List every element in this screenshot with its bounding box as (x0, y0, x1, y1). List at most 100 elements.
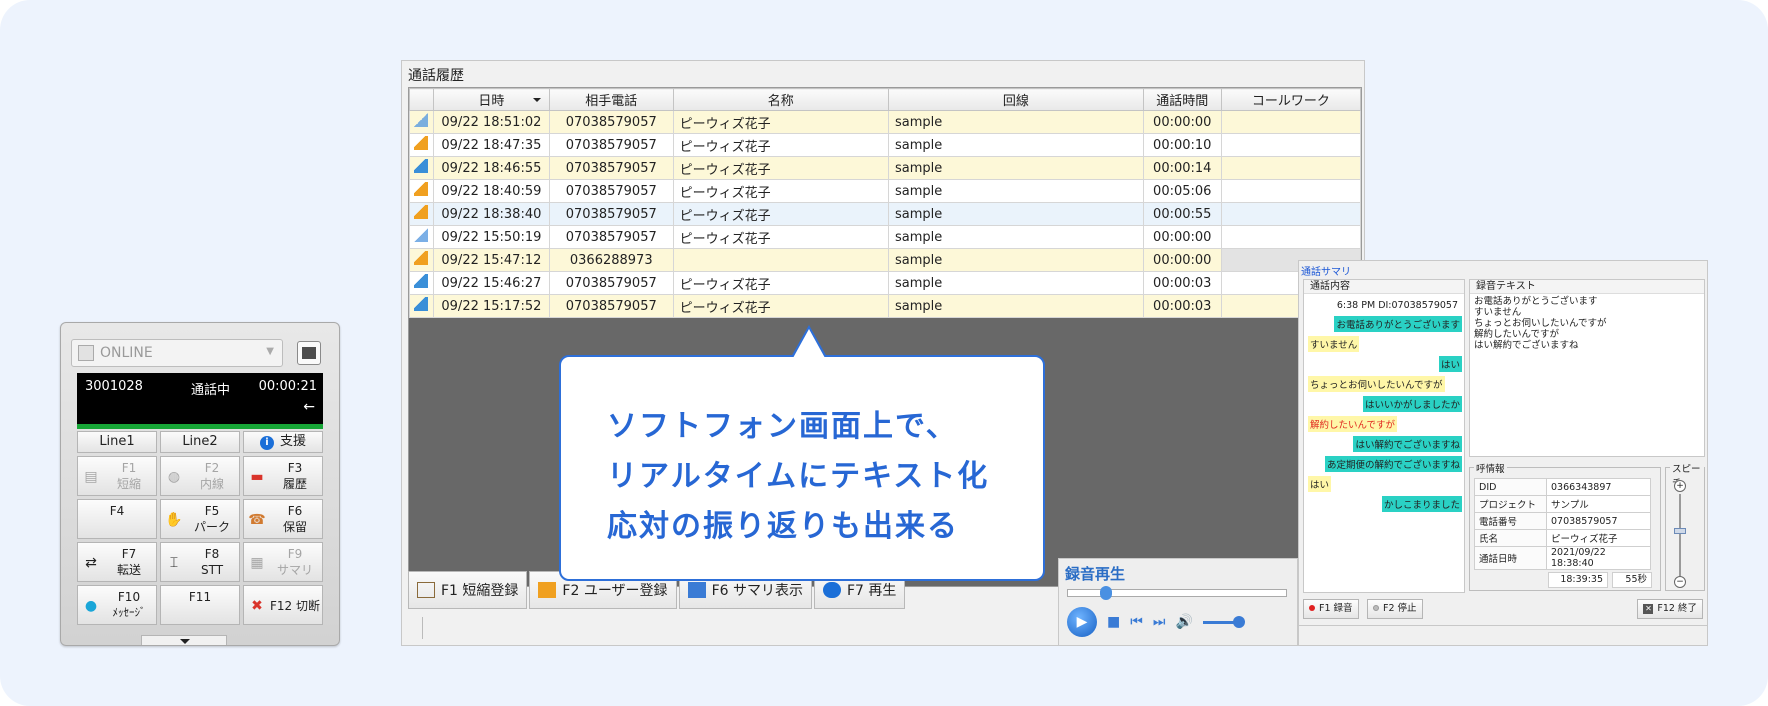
line2-button[interactable]: Line2 (160, 431, 240, 453)
cell-phone: 07038579057 (548, 110, 674, 134)
key-label: ﾒｯｾｰｼﾞ (112, 606, 146, 619)
column-header[interactable]: 名称 (672, 88, 889, 111)
close-label: F12 終了 (1657, 603, 1697, 614)
next-icon[interactable]: ⏭ (1153, 614, 1166, 630)
cell-duration: 00:00:10 (1142, 133, 1222, 157)
missed-call-icon (414, 228, 429, 242)
column-header[interactable]: 日時 (432, 88, 550, 111)
call-info-legend: 呼情報 (1474, 461, 1507, 475)
record-button[interactable]: F1 録音 (1303, 599, 1359, 619)
minimize-button[interactable] (297, 341, 321, 365)
stop-button[interactable]: F2 停止 (1367, 599, 1423, 619)
feature-callout: ソフトフォン画面上で、 リアルタイムにテキスト化 応対の振り返りも出来る (559, 325, 1045, 581)
previous-icon[interactable]: ⏮ (1130, 614, 1143, 630)
line1-button[interactable]: Line1 (77, 431, 157, 453)
column-header-label: 通話時間 (1156, 94, 1209, 109)
key-f1[interactable]: ▤ F1 短縮 (77, 456, 157, 496)
key-f6[interactable]: ☎ F6 保留 (243, 499, 323, 539)
info-icon: i (259, 436, 274, 450)
cell-line: sample (887, 179, 1144, 203)
direction-cell (409, 133, 434, 157)
direction-cell (409, 202, 434, 226)
stop-icon[interactable]: ■ (1107, 614, 1120, 630)
extension-number: 3001028 (85, 379, 143, 394)
support-label: 支援 (279, 434, 306, 449)
call-duration: 00:00:21 (258, 379, 317, 394)
history-fkey-label: F7 再生 (846, 583, 897, 599)
key-f7[interactable]: ⇄ F7 転送 (77, 542, 157, 582)
missed-call-icon (414, 113, 429, 127)
cell-datetime: 09/22 18:38:40 (432, 202, 550, 226)
table-row[interactable]: 09/22 15:50:19 07038579057 ピーウィズ花子 sample 00… (409, 225, 1362, 249)
direction-cell (409, 225, 434, 249)
history-fkey-label: F1 短縮登録 (441, 583, 519, 599)
key-f3[interactable]: ▬ F3 履歴 (243, 456, 323, 496)
history-fkey-label: F6 サマリ表示 (711, 583, 803, 599)
status-select[interactable]: ONLINE ▼ (71, 339, 283, 367)
key-f4[interactable]: F4 (77, 499, 157, 539)
expand-tab[interactable] (141, 635, 227, 645)
key-f10[interactable]: ● F10 ﾒｯｾｰｼﾞ (77, 585, 157, 625)
speed-slider[interactable] (1674, 528, 1686, 534)
outgoing-call-icon (414, 182, 429, 196)
column-header[interactable]: 相手電話 (548, 88, 674, 111)
key-fkey: F11 (188, 590, 212, 604)
key-f5[interactable]: ✋ F5 パーク (160, 499, 240, 539)
volume-slider[interactable] (1202, 615, 1245, 628)
cell-name: ピーウィズ花子 (672, 225, 889, 249)
status-divider (422, 617, 423, 639)
user-card-icon (538, 582, 557, 598)
column-header[interactable]: 通話時間 (1142, 88, 1222, 111)
column-header[interactable]: 回線 (887, 88, 1144, 111)
incoming-call-icon (414, 274, 429, 288)
table-row[interactable]: 09/22 15:17:52 07038579057 ピーウィズ花子 sample 00… (409, 294, 1362, 318)
outgoing-call-icon (414, 251, 429, 265)
table-row[interactable]: 09/22 15:47:12 0366288973 sample 00:00:00 (409, 248, 1362, 272)
record-label: F1 録音 (1319, 603, 1353, 614)
phonebook-icon: ▤ (84, 469, 98, 485)
column-header-icon (409, 88, 434, 111)
transfer-icon: ⇄ (85, 555, 97, 571)
transcript-header: 録音テキスト (1470, 280, 1704, 294)
summary-statusbar (1299, 625, 1707, 647)
key-fkey: F5 (204, 504, 220, 518)
table-row[interactable]: 09/22 18:40:59 07038579057 ピーウィズ花子 sample 00… (409, 179, 1362, 203)
conversation-panel: 通話内容 6:38 PM DI:07038579057 お電話ありがとうございま… (1303, 279, 1465, 593)
info-key: DID (1474, 478, 1547, 496)
speed-down-icon[interactable]: − (1674, 576, 1686, 588)
key-f2[interactable]: ◍ F2 内線 (160, 456, 240, 496)
summary-title: 通話サマリ (1301, 267, 1351, 278)
key-f12[interactable]: ✖ F12 切断 (243, 585, 323, 625)
info-key: 電話番号 (1474, 512, 1547, 530)
key-fkey: F2 (204, 461, 220, 475)
key-label: 転送 (116, 563, 141, 577)
key-panel: Line1 Line2 i 支援 ▤ F1 短縮 ◍ F2 内線 ▬ F3 履歴 F4 ✋ F5 パーク ☎… (77, 431, 323, 625)
table-row[interactable]: 09/22 18:46:55 07038579057 ピーウィズ花子 sample 00… (409, 156, 1362, 180)
column-header[interactable]: コールワーク (1220, 88, 1362, 111)
key-f11[interactable]: F11 (160, 585, 240, 625)
table-row[interactable]: 09/22 18:51:02 07038579057 ピーウィズ花子 sample 00… (409, 110, 1362, 134)
close-button[interactable]: ✕ F12 終了 (1637, 599, 1703, 619)
volume-icon[interactable]: 🔊 (1175, 614, 1192, 630)
direction-cell (409, 248, 434, 272)
key-f8[interactable]: ⌶ F8 STT (160, 542, 240, 582)
table-row[interactable]: 09/22 18:38:40 07038579057 ピーウィズ花子 sample 00… (409, 202, 1362, 226)
incoming-call-icon (414, 297, 429, 311)
play-icon (822, 582, 841, 598)
direction-cell (409, 271, 434, 295)
key-f9[interactable]: ▦ F9 サマリ (243, 542, 323, 582)
chat-message: ちょっとお伺いしたいんですが (1308, 376, 1445, 392)
support-button[interactable]: i 支援 (243, 431, 323, 453)
table-row[interactable]: 09/22 15:46:27 07038579057 ピーウィズ花子 sample 00… (409, 271, 1362, 295)
table-row[interactable]: 09/22 18:47:35 07038579057 ピーウィズ花子 sample 00… (409, 133, 1362, 157)
history-fkey-1[interactable]: F1 短縮登録 (408, 571, 528, 609)
cell-phone: 07038579057 (548, 133, 674, 157)
info-row: 電話番号 07038579057 (1474, 512, 1651, 530)
speed-up-icon[interactable]: + (1674, 480, 1686, 492)
seek-slider[interactable] (1067, 586, 1287, 600)
play-button[interactable]: ▶ (1067, 607, 1097, 637)
cell-line: sample (887, 110, 1144, 134)
transcript-text[interactable]: お電話ありがとうございます すいません ちょっとお伺いしたいんですが 解約したい… (1470, 294, 1704, 353)
key-fkey: F4 (109, 504, 125, 518)
cell-duration: 00:00:03 (1142, 271, 1222, 295)
